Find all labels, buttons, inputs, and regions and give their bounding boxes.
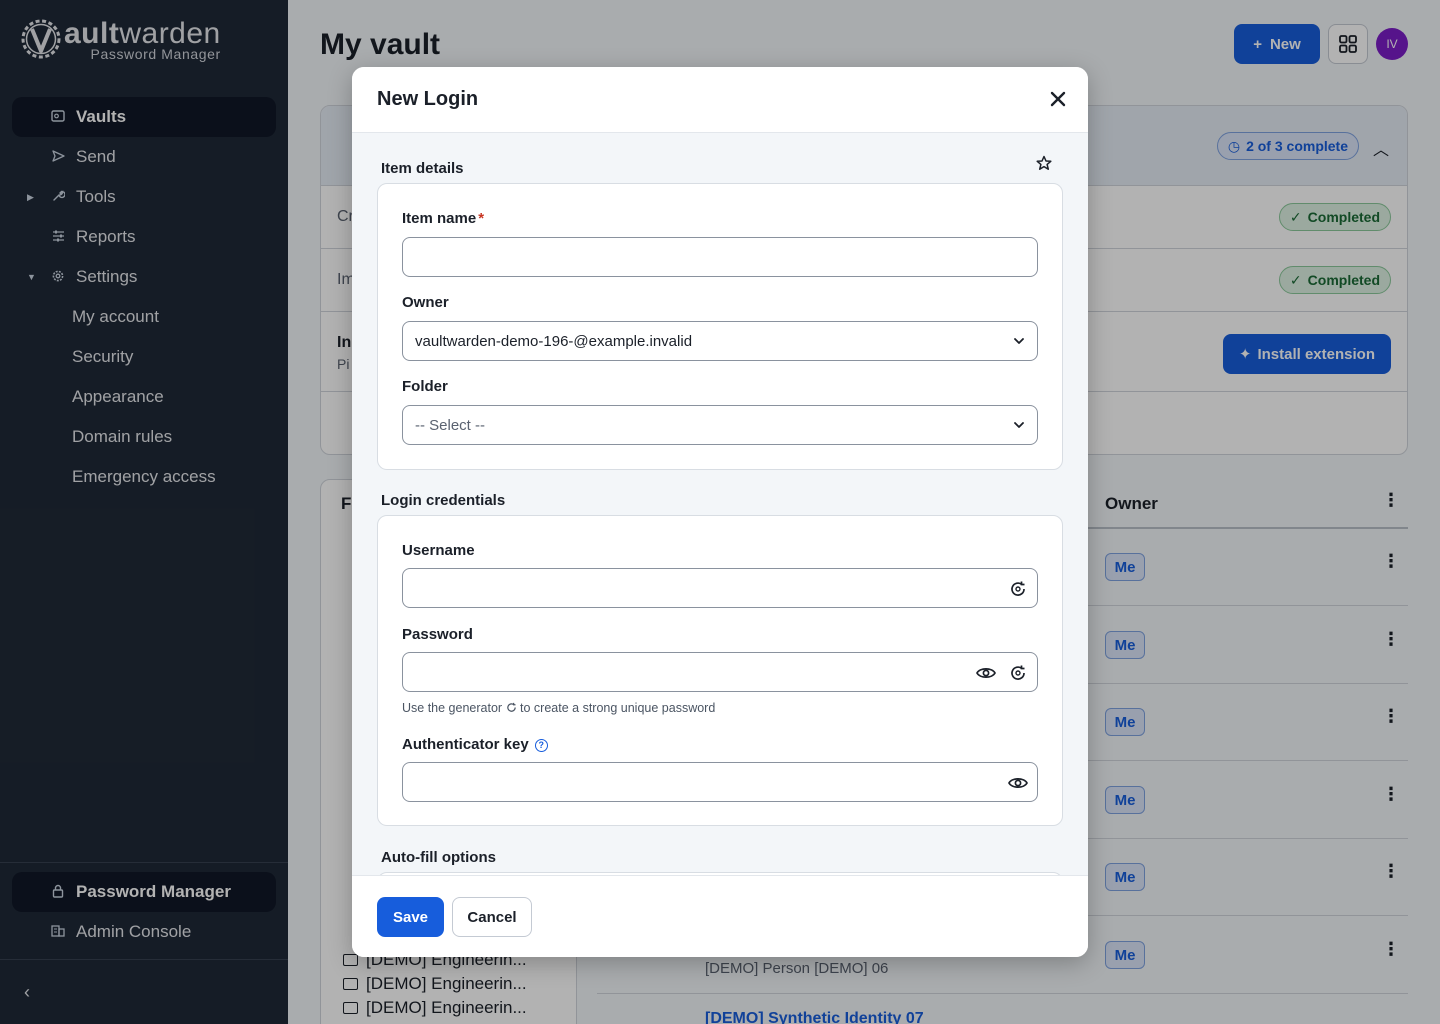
folder-select[interactable]: -- Select -- <box>402 405 1038 445</box>
dialog-body[interactable]: Item details Item name * Owner vaultwarde… <box>352 133 1088 875</box>
item-details-card: Item name * Owner vaultwarden-demo-196-@e… <box>377 183 1063 470</box>
dialog-footer: Save Cancel <box>352 875 1088 957</box>
required-asterisk: * <box>478 210 485 227</box>
chevron-down-icon <box>1013 334 1025 351</box>
folder-label: Folder <box>402 378 448 395</box>
authenticator-key-input[interactable] <box>402 762 1038 802</box>
generate-password-icon[interactable] <box>1007 662 1029 684</box>
password-label: Password <box>402 626 473 643</box>
folder-value: -- Select -- <box>415 416 486 434</box>
dialog-header: New Login <box>352 67 1088 133</box>
autofill-options-heading: Auto-fill options <box>381 849 496 866</box>
login-credentials-heading: Login credentials <box>381 492 506 509</box>
item-name-label: Item name * <box>402 210 485 227</box>
login-credentials-card: Username Password Use the generator to c… <box>377 515 1063 826</box>
password-hint: Use the generator to create a strong uni… <box>402 701 716 716</box>
eye-icon[interactable] <box>1007 772 1029 794</box>
username-label: Username <box>402 542 475 559</box>
favorite-star-icon[interactable] <box>1036 155 1052 176</box>
save-button[interactable]: Save <box>377 897 444 937</box>
dialog-title: New Login <box>377 88 479 110</box>
eye-icon[interactable] <box>975 662 997 684</box>
new-login-dialog: New Login Item details Item name * Owner … <box>352 67 1088 957</box>
close-icon[interactable] <box>1046 87 1070 111</box>
cancel-button[interactable]: Cancel <box>452 897 532 937</box>
username-input[interactable] <box>402 568 1038 608</box>
generate-username-icon[interactable] <box>1007 578 1029 600</box>
generator-inline-icon <box>506 702 517 716</box>
chevron-down-icon <box>1013 418 1025 435</box>
help-circle-icon[interactable]: ? <box>534 739 548 752</box>
authenticator-key-label: Authenticator key? <box>402 736 548 753</box>
owner-value: vaultwarden-demo-196-@example.invalid <box>415 332 693 350</box>
password-input[interactable] <box>402 652 1038 692</box>
owner-label: Owner <box>402 294 449 311</box>
item-details-heading: Item details <box>381 160 464 177</box>
owner-select[interactable]: vaultwarden-demo-196-@example.invalid <box>402 321 1038 361</box>
item-name-input[interactable] <box>402 237 1038 277</box>
